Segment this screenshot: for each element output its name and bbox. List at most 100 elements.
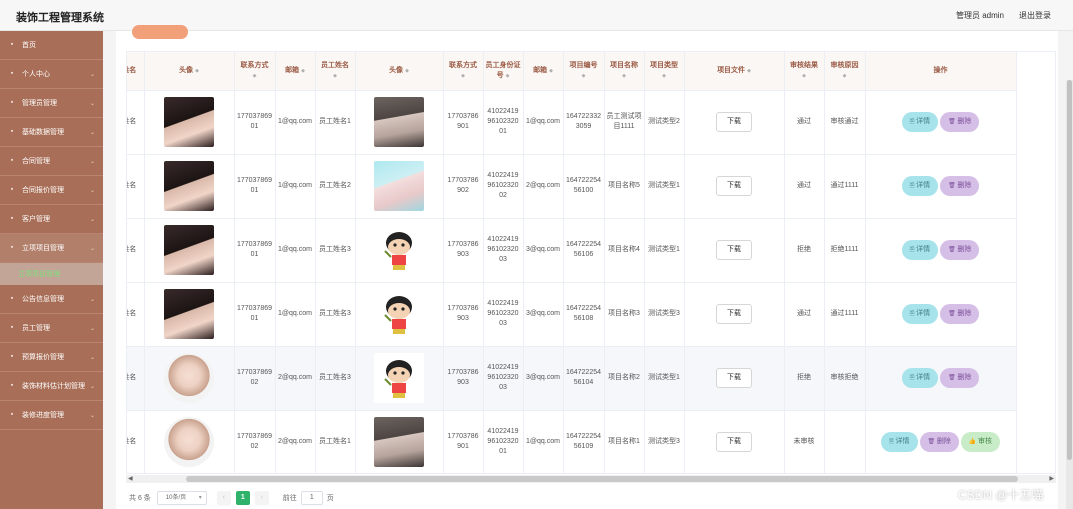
avatar-image[interactable] [164,161,214,211]
horizontal-scrollbar[interactable]: ◀ ▶ [126,475,1056,483]
col-header-project-no[interactable]: 项目编号 ◆ [563,52,605,91]
cell-name1: 姓名 [127,410,145,473]
logout-link[interactable]: 退出登录 [1019,10,1051,21]
pagination-total: 共 6 条 [129,495,151,502]
sidebar-item-2[interactable]: ▪ 管理员管理 ⌄ [0,89,103,118]
delete-button[interactable]: 🗑 删除 [940,112,980,132]
data-table-container[interactable]: 姓名 头像◆ 联系方式◆ 邮箱◆ 员工姓名◆ 头像◆ 联系方式◆ 员工身份证号◆… [126,51,1056,474]
prev-page-button[interactable]: ‹ [216,491,231,505]
cell-email1: 2@qq.com [275,410,316,473]
col-header-employee-email[interactable]: 邮箱 ◆ [523,52,564,91]
detail-button[interactable]: 🗎 详情 [901,176,939,196]
download-button[interactable]: 下载 [716,112,752,132]
user-icon: ▪ [10,70,14,77]
cell-email2: 3@qq.com [523,346,564,411]
delete-button[interactable]: 🗑 删除 [940,368,980,388]
sidebar-item-9[interactable]: ▪ 公告信息管理 ⌄ [0,285,103,314]
col-header-project-file[interactable]: 项目文件 ◆ [684,52,785,91]
page-suffix: 页 [326,495,334,502]
vertical-scrollbar[interactable] [1066,80,1073,509]
cell-phone2: 17703786901 [443,410,484,473]
cell-audit-reason: 审核通过 [824,90,866,155]
col-header-audit-reason[interactable]: 审核原因 ◆ [824,52,866,91]
download-button[interactable]: 下载 [716,368,752,388]
sidebar-item-4[interactable]: ▪ 合同管理 ⌄ [0,147,103,176]
avatar-image[interactable] [374,289,424,339]
horizontal-scroll-thumb[interactable] [186,476,1018,482]
sidebar-item-1[interactable]: ▪ 个人中心 ⌄ [0,60,103,89]
scroll-right-icon[interactable]: ▶ [1049,475,1054,482]
col-header-employee-name[interactable]: 员工姓名 ◆ [315,52,356,91]
vertical-scroll-thumb[interactable] [1067,80,1072,460]
sidebar-item-6[interactable]: ▪ 客户管理 ⌄ [0,205,103,234]
detail-button[interactable]: 🗎 详情 [901,304,939,324]
table-row[interactable]: 姓名 177037869022@qq.com员工姓名3 17703786903410… [127,346,1017,411]
avatar-image[interactable] [374,161,424,211]
table-row[interactable]: 姓名 177037869011@qq.com员工姓名3 17703786903410… [127,282,1017,347]
table-row[interactable]: 姓名 177037869022@qq.com员工姓名1 17703786901410… [127,410,1017,473]
delete-button[interactable]: 🗑 删除 [940,304,980,324]
detail-button[interactable]: 🗎 详情 [901,112,939,132]
col-header-employee-avatar[interactable]: 头像 ◆ [355,52,444,91]
avatar-image[interactable] [164,289,214,339]
sidebar-item-label: 合同管理 [22,158,50,165]
table-row[interactable]: 姓名 177037869011@qq.com员工姓名2 17703786902410… [127,154,1017,219]
detail-button[interactable]: 🗎 详情 [901,368,939,388]
delete-button[interactable]: 🗑 删除 [919,432,959,452]
col-header-email[interactable]: 邮箱 ◆ [275,52,316,91]
page-number-current[interactable]: 1 [235,491,250,505]
watermark: CSDN @十五喵 [958,488,1044,502]
delete-button[interactable]: 🗑 删除 [940,176,980,196]
col-header-phone[interactable]: 联系方式 ◆ [234,52,276,91]
avatar-image[interactable] [164,353,214,403]
scroll-left-icon[interactable]: ◀ [128,475,133,482]
sort-icon: ◆ [747,67,751,74]
sidebar-item-5[interactable]: ▪ 合同报价管理 ⌄ [0,176,103,205]
cell-proj-type: 测试类型3 [644,282,685,347]
col-header-id-number[interactable]: 员工身份证号 ◆ [483,52,524,91]
cell-avatar1 [144,218,235,283]
cell-avatar2 [355,90,444,155]
sidebar: ▪ 首页 ▪ 个人中心 ⌄ ▪ 管理员管理 ⌄ ▪ 基础数据管理 ⌄ ▪ 合同管理 ⌄ ▪ 合同报价管理 ⌄ ▪ 客… [0,31,103,509]
col-header-name[interactable]: 姓名 [127,52,145,91]
avatar-image[interactable] [374,353,424,403]
avatar-image[interactable] [374,417,424,467]
trash-icon: 🗑 [948,375,958,381]
download-button[interactable]: 下载 [716,432,752,452]
avatar-image[interactable] [164,417,214,467]
sidebar-item-0[interactable]: ▪ 首页 [0,31,103,60]
sidebar-item-13[interactable]: ▪ 装修进度管理 ⌄ [0,401,103,430]
avatar-image[interactable] [374,225,424,275]
download-button[interactable]: 下载 [716,304,752,324]
col-header-audit-result[interactable]: 审核结果 ◆ [784,52,825,91]
sidebar-item-7[interactable]: ▪ 立项项目管理 ⌄ [0,234,103,263]
sidebar-item-3[interactable]: ▪ 基础数据管理 ⌄ [0,118,103,147]
avatar-image[interactable] [164,97,214,147]
sidebar-item-12[interactable]: ▪ 装饰材料估计划管理 ⌄ [0,372,103,401]
goto-page-input[interactable]: 1 [300,491,323,505]
detail-button[interactable]: 🗎 详情 [881,432,918,452]
sidebar-subitem-8[interactable]: 立项项目管理 [0,263,103,285]
cell-phone1: 17703786902 [234,346,276,411]
avatar-image[interactable] [164,225,214,275]
trash-icon: 🗑 [948,119,958,125]
download-button[interactable]: 下载 [716,240,752,260]
download-button[interactable]: 下载 [716,176,752,196]
page-size-select[interactable]: 10条/页 ▾ [156,491,207,505]
sidebar-item-11[interactable]: ▪ 预算报价管理 ⌄ [0,343,103,372]
cell-audit-reason: 通过1111 [824,282,866,347]
delete-button[interactable]: 🗑 删除 [940,240,980,260]
avatar-image[interactable] [374,97,424,147]
sidebar-item-10[interactable]: ▪ 员工管理 ⌄ [0,314,103,343]
col-header-project-name[interactable]: 项目名称 ◆ [604,52,645,91]
next-page-button[interactable]: › [254,491,269,505]
audit-button[interactable]: 👍 审核 [960,432,1000,452]
top-action-button[interactable] [132,25,188,39]
data-icon: ▪ [10,128,14,135]
table-row[interactable]: 姓名177037869011@qq.com员工姓名117703786901410… [127,90,1017,155]
col-header-project-type[interactable]: 项目类型 ◆ [644,52,685,91]
col-header-avatar[interactable]: 头像 ◆ [144,52,235,91]
col-header-employee-phone[interactable]: 联系方式 ◆ [443,52,484,91]
detail-button[interactable]: 🗎 详情 [901,240,939,260]
table-row[interactable]: 姓名 177037869011@qq.com员工姓名3 17703786903410… [127,218,1017,283]
